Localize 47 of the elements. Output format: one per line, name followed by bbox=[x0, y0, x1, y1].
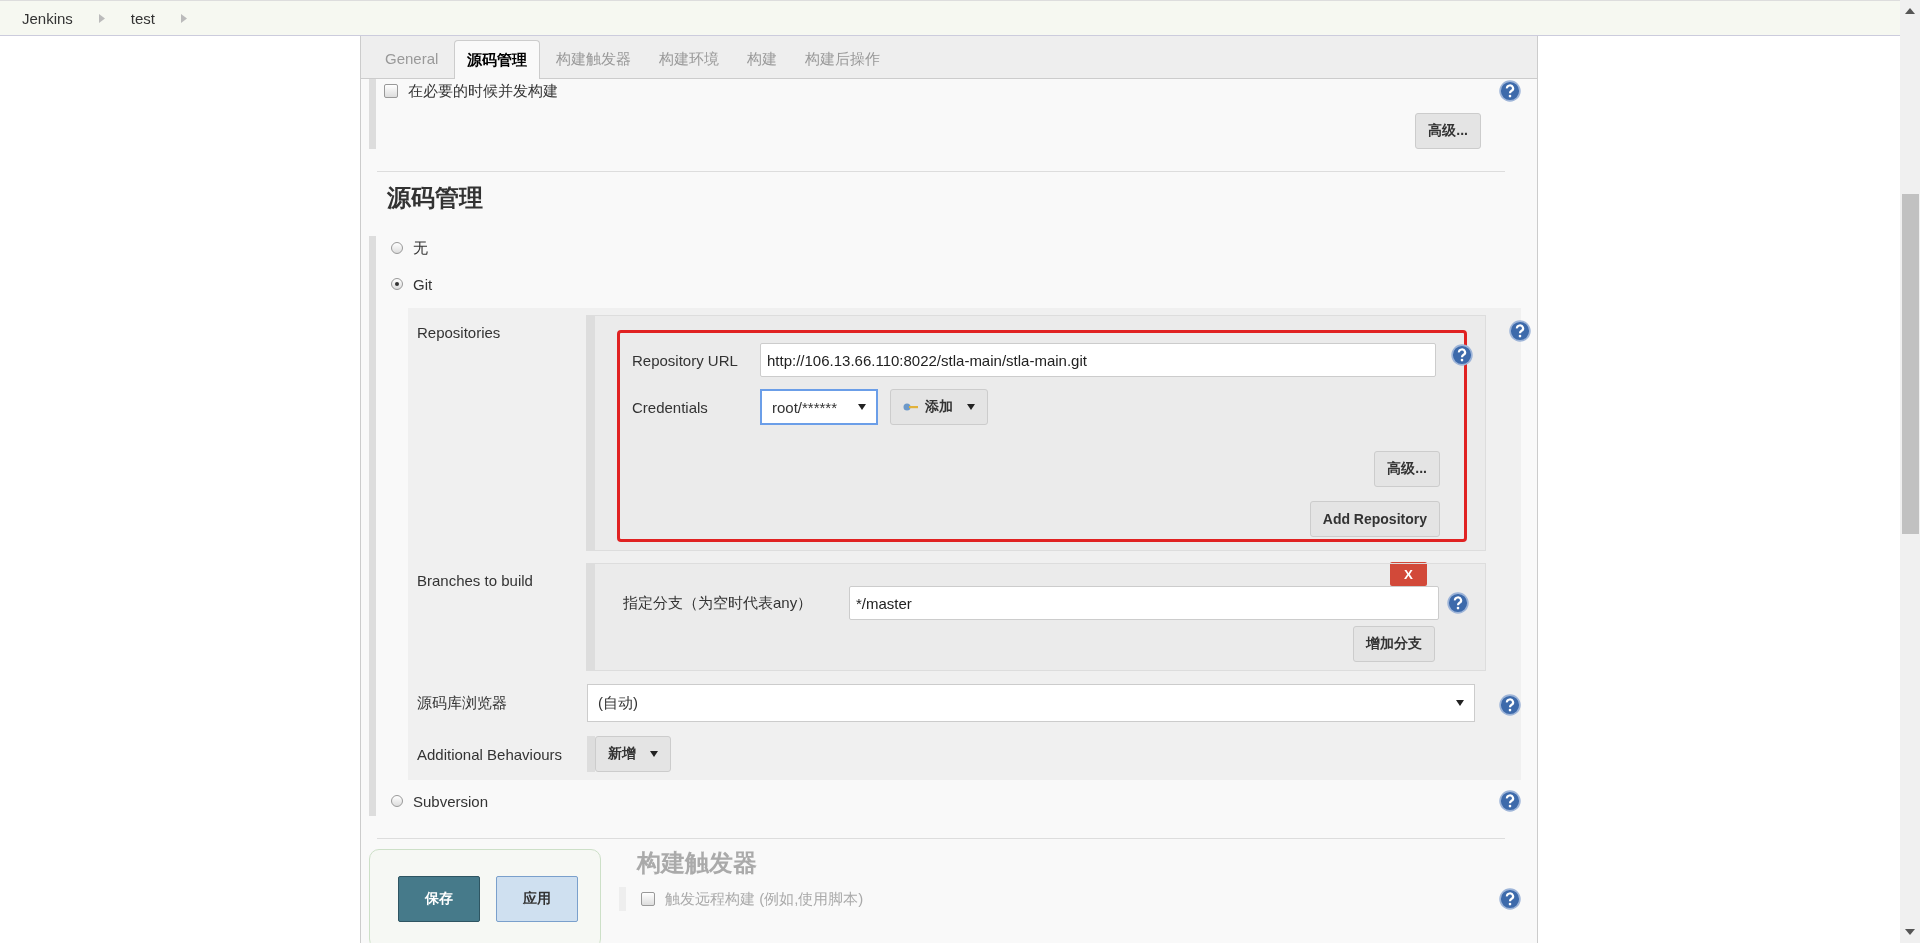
radio-label: Git bbox=[413, 275, 433, 293]
radio-label: Subversion bbox=[413, 792, 489, 810]
scrollbar-thumb[interactable] bbox=[1901, 194, 1919, 534]
browser-dropdown[interactable]: (自动) bbox=[587, 684, 1475, 722]
radio-label: 无 bbox=[413, 238, 428, 258]
field-label: Additional Behaviours bbox=[417, 745, 564, 763]
field-label: Credentials bbox=[632, 398, 709, 416]
radio-button[interactable] bbox=[391, 278, 403, 290]
checkbox-label: 在必要的时候并发构建 bbox=[408, 81, 558, 101]
help-icon[interactable] bbox=[1499, 790, 1521, 812]
help-icon[interactable] bbox=[1499, 888, 1521, 910]
branch-input-field[interactable]: */master bbox=[849, 586, 1439, 620]
scroll-up-icon[interactable] bbox=[1905, 8, 1915, 14]
footer-button[interactable]: 应用 bbox=[496, 876, 578, 922]
checkbox[interactable] bbox=[384, 84, 398, 98]
help-icon[interactable] bbox=[1509, 320, 1531, 342]
checkbox-label: 触发远程构建 (例如,使用脚本) bbox=[665, 889, 864, 909]
add-credentials-button[interactable]: 添加 bbox=[890, 389, 988, 425]
credentials-dropdown[interactable]: root/****** bbox=[760, 389, 878, 425]
help-icon[interactable] bbox=[1451, 344, 1473, 366]
scrollbar[interactable] bbox=[1900, 0, 1920, 943]
section-heading: 源码管理 bbox=[387, 183, 484, 213]
key-icon bbox=[903, 402, 919, 412]
help-icon[interactable] bbox=[1447, 592, 1469, 614]
checkbox[interactable] bbox=[641, 892, 655, 906]
field-label: 指定分支（为空时代表any） bbox=[623, 593, 814, 613]
radio-button[interactable] bbox=[391, 242, 403, 254]
field-label: Repository URL bbox=[632, 351, 739, 369]
scroll-down-icon[interactable] bbox=[1905, 929, 1915, 935]
help-icon[interactable] bbox=[1499, 80, 1521, 102]
section-heading: 构建触发器 bbox=[637, 848, 758, 878]
advanced-button[interactable]: 高级... bbox=[1415, 113, 1481, 149]
radio-button[interactable] bbox=[391, 795, 403, 807]
field-label: 源码库浏览器 bbox=[417, 693, 508, 713]
breadcrumb-link[interactable]: Jenkins bbox=[22, 9, 73, 27]
footer-button[interactable]: 保存 bbox=[398, 876, 480, 922]
tab[interactable]: 源码管理 bbox=[454, 40, 541, 79]
delete-button[interactable]: X bbox=[1390, 562, 1427, 586]
advanced-button[interactable]: 高级... bbox=[1374, 451, 1440, 487]
add-branch-button[interactable]: 增加分支 bbox=[1353, 626, 1435, 662]
field-label: Branches to build bbox=[417, 571, 534, 589]
url-input-field[interactable]: http://106.13.66.110:8022/stla-main/stla-main.git bbox=[760, 343, 1436, 377]
add-behaviour-button[interactable]: 新增 bbox=[595, 736, 671, 772]
breadcrumb-link[interactable]: test bbox=[130, 9, 156, 27]
help-icon[interactable] bbox=[1499, 694, 1521, 716]
add-repository-button[interactable]: Add Repository bbox=[1309, 501, 1440, 537]
field-label: Repositories bbox=[417, 323, 502, 341]
